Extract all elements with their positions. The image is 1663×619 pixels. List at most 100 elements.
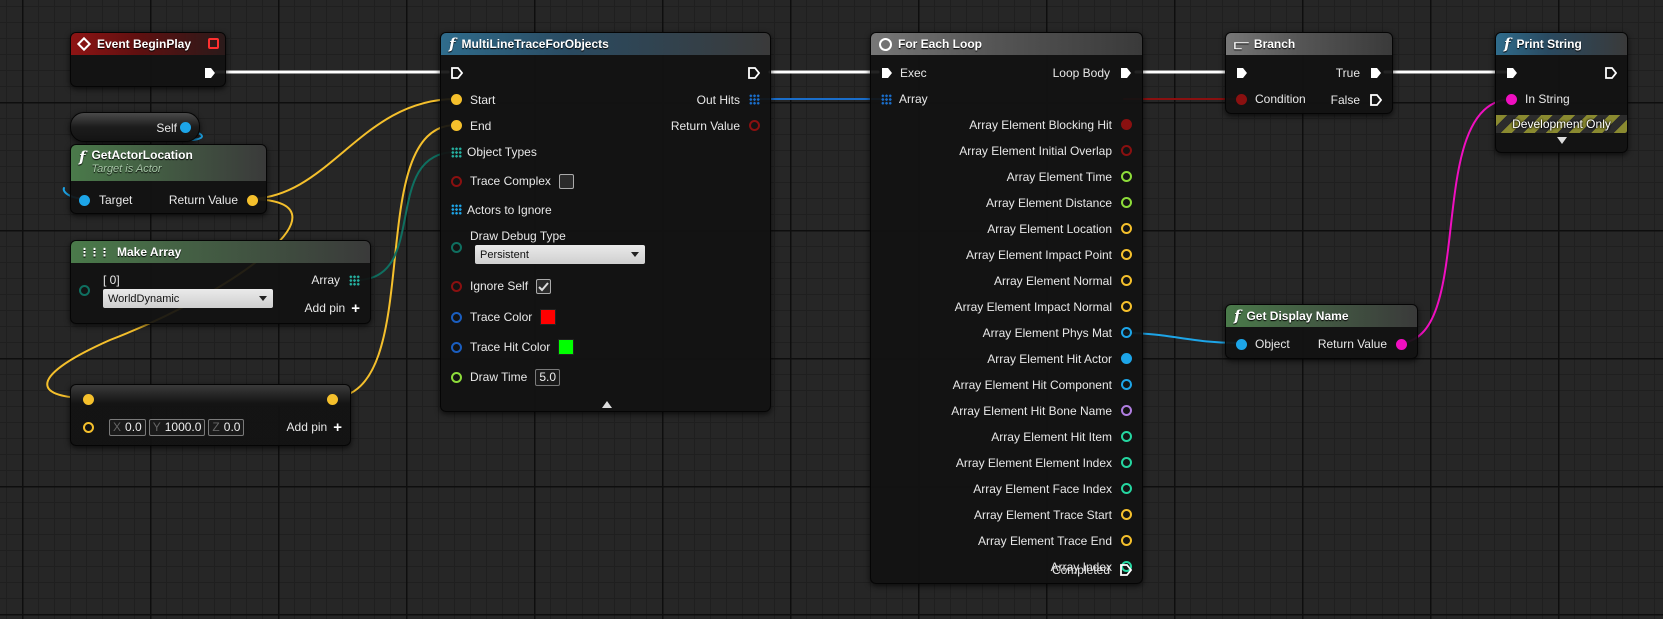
z-value-field[interactable]: Z 0.0 <box>208 418 245 436</box>
actors-to-ignore-label: Actors to Ignore <box>467 203 552 217</box>
loop-output-pin[interactable] <box>1121 353 1132 364</box>
get-actor-location-subtitle: Target is Actor <box>91 163 162 175</box>
ignore-self-checkbox[interactable] <box>536 278 552 294</box>
false-exec-pin[interactable] <box>1370 94 1382 106</box>
loop-output-pin[interactable] <box>1121 483 1132 494</box>
loop-output-pin[interactable] <box>1121 535 1132 546</box>
start-input-pin[interactable] <box>451 94 462 105</box>
loop-output-pin[interactable] <box>1121 509 1132 520</box>
target-input-pin[interactable] <box>79 195 90 206</box>
multi-line-trace-header[interactable]: f MultiLineTraceForObjects <box>441 33 770 55</box>
x-value-field[interactable]: X 0.0 <box>109 418 146 436</box>
condition-input-pin[interactable] <box>1236 94 1247 105</box>
loop-body-exec-pin[interactable] <box>1120 67 1132 79</box>
exec-out-pin[interactable] <box>748 67 760 79</box>
loop-output-pin[interactable] <box>1121 457 1132 468</box>
exec-in-pin[interactable] <box>881 67 893 79</box>
exec-out-pin[interactable] <box>204 67 216 79</box>
make-vector-node[interactable]: X 0.0 Y 1000.0 Z 0.0 Add pin + <box>70 384 351 446</box>
trace-color-input-pin[interactable] <box>451 312 462 323</box>
loop-output-pin[interactable] <box>1121 379 1132 390</box>
loop-output-pin[interactable] <box>1121 275 1132 286</box>
add-pin-label: Add pin <box>304 301 346 315</box>
object-types-input-pin[interactable] <box>451 147 462 158</box>
exec-in-pin[interactable] <box>1506 67 1518 79</box>
draw-debug-type-dropdown[interactable]: Persistent <box>475 245 645 264</box>
completed-exec-pin[interactable] <box>1120 564 1132 576</box>
trace-complex-input-pin[interactable] <box>451 176 462 187</box>
trace-return-value-pin[interactable] <box>749 120 760 131</box>
loop-output-pin[interactable] <box>1121 405 1132 416</box>
draw-time-input-pin[interactable] <box>451 372 462 383</box>
multi-line-trace-node[interactable]: f MultiLineTraceForObjects Start Out Hit… <box>440 32 771 412</box>
loop-output-pin[interactable] <box>1121 171 1132 182</box>
self-node[interactable]: Self <box>70 112 200 142</box>
exec-out-pin[interactable] <box>1605 67 1617 79</box>
display-name-return-label: Return Value <box>1317 337 1387 351</box>
trace-color-swatch[interactable] <box>540 309 557 325</box>
loop-output-pin[interactable] <box>1121 327 1132 338</box>
get-actor-location-node[interactable]: f GetActorLocation Target is Actor Targe… <box>70 144 267 214</box>
loop-output-pin[interactable] <box>1121 301 1132 312</box>
draw-debug-type-input-pin[interactable] <box>451 242 462 253</box>
exec-label: Exec <box>900 66 927 80</box>
object-input-pin[interactable] <box>1236 339 1247 350</box>
array-input-pin[interactable] <box>881 94 892 105</box>
branch-node[interactable]: ⫍ Branch True Condition False <box>1225 32 1393 114</box>
ignore-self-input-pin[interactable] <box>451 281 462 292</box>
collapse-advanced-icon[interactable] <box>602 401 612 408</box>
get-display-name-header[interactable]: f Get Display Name <box>1226 305 1417 327</box>
branch-header[interactable]: ⫍ Branch <box>1226 33 1392 55</box>
make-array-node[interactable]: ⋮⋮⋮ Make Array [ 0] WorldDynamic Array A… <box>70 240 371 324</box>
loop-output-pin[interactable] <box>1121 197 1132 208</box>
vector-element-input-pin[interactable] <box>83 422 94 433</box>
draw-time-field[interactable]: 5.0 <box>535 368 561 386</box>
y-value-field[interactable]: Y 1000.0 <box>148 418 206 436</box>
trace-complex-checkbox[interactable] <box>558 173 574 189</box>
for-each-loop-node[interactable]: For Each Loop Exec Loop Body Array Array… <box>870 32 1143 584</box>
in-string-input-pin[interactable] <box>1506 94 1517 105</box>
out-hits-output-pin[interactable] <box>749 94 760 105</box>
trace-hit-color-input-pin[interactable] <box>451 342 462 353</box>
chevron-down-icon <box>259 296 267 301</box>
get-actor-location-header[interactable]: f GetActorLocation Target is Actor <box>71 145 266 181</box>
display-name-output-pin[interactable] <box>1396 339 1407 350</box>
array-element-input-pin[interactable] <box>79 285 90 296</box>
make-array-add-pin-button[interactable]: Add pin + <box>305 299 360 317</box>
event-delegate-pin[interactable] <box>208 38 219 49</box>
location-output-pin[interactable] <box>247 195 258 206</box>
make-vector-add-pin-button[interactable]: Add pin + <box>287 418 342 436</box>
loop-output-row: Array Element Trace End <box>978 532 1112 550</box>
actors-to-ignore-input-pin[interactable] <box>451 204 462 215</box>
loop-output-label: Array Element Face Index <box>973 482 1112 496</box>
print-string-header[interactable]: f Print String <box>1496 33 1627 55</box>
end-input-pin[interactable] <box>451 120 462 131</box>
get-display-name-node[interactable]: f Get Display Name Object Return Value <box>1225 304 1418 359</box>
function-icon: f <box>79 148 86 166</box>
loop-output-pin[interactable] <box>1121 249 1132 260</box>
loop-output-pin[interactable] <box>1121 223 1132 234</box>
event-begin-play-node[interactable]: Event BeginPlay <box>70 32 226 87</box>
loop-output-pin[interactable] <box>1121 119 1132 130</box>
true-exec-pin[interactable] <box>1370 67 1382 79</box>
object-type-dropdown[interactable]: WorldDynamic <box>103 289 273 308</box>
exec-in-pin[interactable] <box>451 67 463 79</box>
array-output-pin[interactable] <box>349 275 360 286</box>
make-array-header[interactable]: ⋮⋮⋮ Make Array <box>71 241 370 263</box>
vector-input-pin-top[interactable] <box>83 394 94 405</box>
event-begin-play-header[interactable]: Event BeginPlay <box>71 33 225 55</box>
loop-output-pin[interactable] <box>1121 431 1132 442</box>
for-each-loop-header[interactable]: For Each Loop <box>871 33 1142 55</box>
add-pin-label: Add pin <box>286 420 328 434</box>
loop-body-label: Loop Body <box>1052 66 1110 80</box>
trace-hit-color-swatch[interactable] <box>558 339 575 355</box>
loop-output-pin[interactable] <box>1121 145 1132 156</box>
expand-advanced-icon[interactable] <box>1557 137 1567 144</box>
loop-output-row: Array Element Hit Item <box>991 428 1112 446</box>
loop-output-row: Array Element Blocking Hit <box>969 116 1112 134</box>
print-string-node[interactable]: f Print String In String Development Onl… <box>1495 32 1628 153</box>
self-output-pin[interactable] <box>180 122 191 133</box>
exec-in-pin[interactable] <box>1236 67 1248 79</box>
self-label: Self <box>156 121 177 135</box>
vector-output-pin[interactable] <box>327 394 338 405</box>
